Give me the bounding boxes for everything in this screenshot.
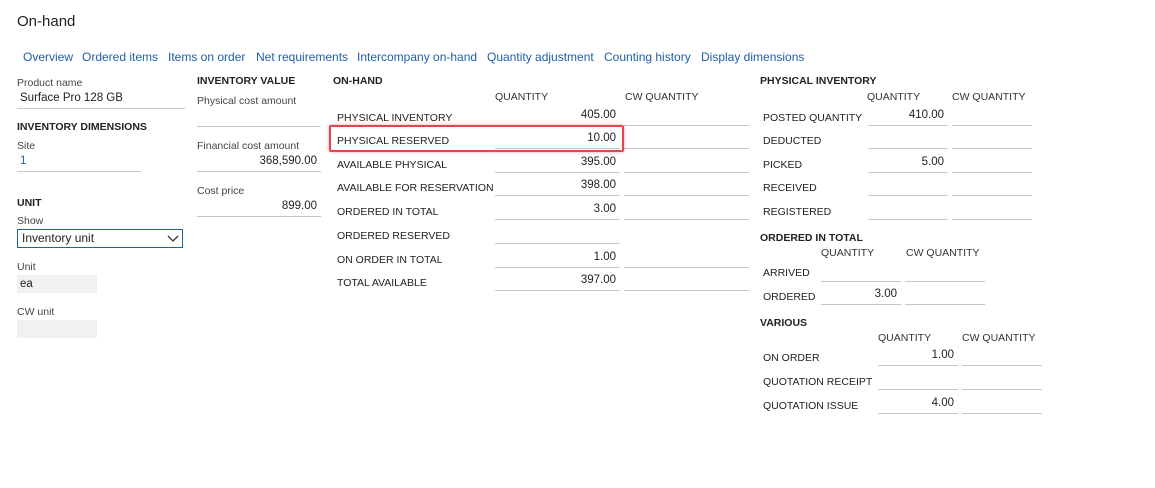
on-hand-cw-quantity-header: CW QUANTITY (625, 91, 699, 103)
cw-unit-label: CW unit (17, 306, 55, 318)
tab-quantity-adjustment[interactable]: Quantity adjustment (487, 50, 594, 64)
cw-unit-field (17, 320, 97, 338)
ordered-in-total-qty-field[interactable] (821, 265, 901, 282)
on-hand-row-label: PHYSICAL INVENTORY (337, 112, 453, 124)
physical-inventory-qty-field[interactable] (868, 179, 948, 196)
on-hand-row-label: ORDERED RESERVED (337, 230, 450, 242)
on-hand-qty-field[interactable]: 398.00 (495, 179, 620, 196)
show-label: Show (17, 215, 44, 227)
physical-inventory-row-label: DEDUCTED (763, 135, 822, 147)
various-cw-quantity-header: CW QUANTITY (962, 332, 1036, 344)
site-label: Site (17, 140, 36, 152)
on-hand-row-label: TOTAL AVAILABLE (337, 277, 427, 289)
various-header: VARIOUS (760, 317, 808, 329)
ordered-in-total-cw-quantity-header: CW QUANTITY (906, 247, 980, 259)
various-row-label: QUOTATION RECEIPT (763, 376, 873, 388)
various-qty-field[interactable]: 4.00 (878, 397, 958, 414)
physical-reserved-highlight (329, 125, 624, 152)
various-cw-field[interactable] (962, 397, 1042, 414)
various-row-label: QUOTATION ISSUE (763, 400, 859, 412)
on-hand-qty-field[interactable]: 397.00 (495, 274, 620, 291)
various-cw-field[interactable] (962, 373, 1042, 390)
site-field[interactable]: 1 (17, 155, 141, 172)
physical-inventory-cw-field[interactable] (952, 156, 1032, 173)
on-hand-qty-field[interactable] (495, 227, 620, 244)
physical-inventory-row-label: PICKED (763, 159, 803, 171)
physical-inventory-cw-field[interactable] (952, 203, 1032, 220)
tab-overview[interactable]: Overview (23, 50, 73, 64)
physical-inventory-cw-field[interactable] (952, 109, 1032, 126)
physical-inventory-cw-quantity-header: CW QUANTITY (952, 91, 1026, 103)
ordered-in-total-header: ORDERED IN TOTAL (760, 232, 863, 244)
on-hand-row-label: AVAILABLE PHYSICAL (337, 159, 447, 171)
ordered-in-total-quantity-header: QUANTITY (821, 247, 875, 259)
on-hand-qty-field[interactable]: 405.00 (495, 109, 620, 126)
various-cw-field[interactable] (962, 349, 1042, 366)
on-hand-cw-field[interactable] (624, 179, 749, 196)
physical-inventory-qty-field[interactable]: 410.00 (868, 109, 948, 126)
page-title: On-hand (17, 13, 76, 30)
ordered-in-total-cw-field[interactable] (905, 288, 985, 305)
on-hand-qty-field[interactable]: 3.00 (495, 203, 620, 220)
tab-display-dimensions[interactable]: Display dimensions (701, 50, 804, 64)
financial-cost-field[interactable]: 368,590.00 (197, 155, 321, 172)
financial-cost-label: Financial cost amount (197, 140, 300, 152)
show-select[interactable]: Inventory unit (17, 229, 183, 248)
on-hand-cw-field[interactable] (624, 274, 749, 291)
on-hand-cw-field[interactable] (624, 156, 749, 173)
tab-ordered-items[interactable]: Ordered items (82, 50, 158, 64)
inventory-dimensions-header: INVENTORY DIMENSIONS (17, 121, 147, 133)
unit-header: UNIT (17, 197, 42, 209)
physical-inventory-qty-field[interactable] (868, 203, 948, 220)
show-select-value: Inventory unit (22, 231, 95, 245)
tab-items-on-order[interactable]: Items on order (168, 50, 245, 64)
tab-counting-history[interactable]: Counting history (604, 50, 691, 64)
physical-inventory-row-label: POSTED QUANTITY (763, 112, 863, 124)
tab-intercompany-on-hand[interactable]: Intercompany on-hand (357, 50, 477, 64)
physical-inventory-quantity-header: QUANTITY (867, 91, 921, 103)
on-hand-row-label: AVAILABLE FOR RESERVATION (337, 182, 494, 194)
ordered-in-total-row-label: ARRIVED (763, 267, 810, 279)
chevron-down-icon (167, 235, 179, 242)
on-hand-row-label: ORDERED IN TOTAL (337, 206, 439, 218)
various-row-label: ON ORDER (763, 352, 820, 364)
on-hand-quantity-header: QUANTITY (495, 91, 549, 103)
on-hand-cw-field[interactable] (624, 203, 749, 220)
cost-price-label: Cost price (197, 185, 245, 197)
on-hand-header: ON-HAND (333, 75, 383, 87)
tab-net-requirements[interactable]: Net requirements (256, 50, 348, 64)
cost-price-field[interactable]: 899.00 (197, 200, 321, 217)
physical-inventory-qty-field[interactable]: 5.00 (868, 156, 948, 173)
product-name-label: Product name (17, 77, 83, 89)
physical-inventory-header: PHYSICAL INVENTORY (760, 75, 877, 87)
ordered-in-total-row-label: ORDERED (763, 291, 816, 303)
unit-label: Unit (17, 261, 36, 273)
various-quantity-header: QUANTITY (878, 332, 932, 344)
on-hand-cw-field[interactable] (624, 132, 749, 149)
physical-inventory-row-label: REGISTERED (763, 206, 832, 218)
unit-field: ea (17, 275, 97, 293)
physical-cost-label: Physical cost amount (197, 95, 297, 107)
on-hand-qty-field[interactable]: 395.00 (495, 156, 620, 173)
ordered-in-total-cw-field[interactable] (905, 265, 985, 282)
various-qty-field[interactable] (878, 373, 958, 390)
product-name-field[interactable]: Surface Pro 128 GB (17, 92, 185, 109)
physical-inventory-row-label: RECEIVED (763, 182, 817, 194)
physical-inventory-cw-field[interactable] (952, 132, 1032, 149)
physical-inventory-qty-field[interactable] (868, 132, 948, 149)
on-hand-cw-field[interactable] (624, 109, 749, 126)
ordered-in-total-qty-field[interactable]: 3.00 (821, 288, 901, 305)
inventory-value-header: INVENTORY VALUE (197, 75, 296, 87)
on-hand-cw-field[interactable] (624, 251, 749, 268)
various-qty-field[interactable]: 1.00 (878, 349, 958, 366)
physical-cost-field[interactable] (197, 110, 321, 127)
on-hand-row-label: ON ORDER IN TOTAL (337, 254, 443, 266)
physical-inventory-cw-field[interactable] (952, 179, 1032, 196)
on-hand-qty-field[interactable]: 1.00 (495, 251, 620, 268)
